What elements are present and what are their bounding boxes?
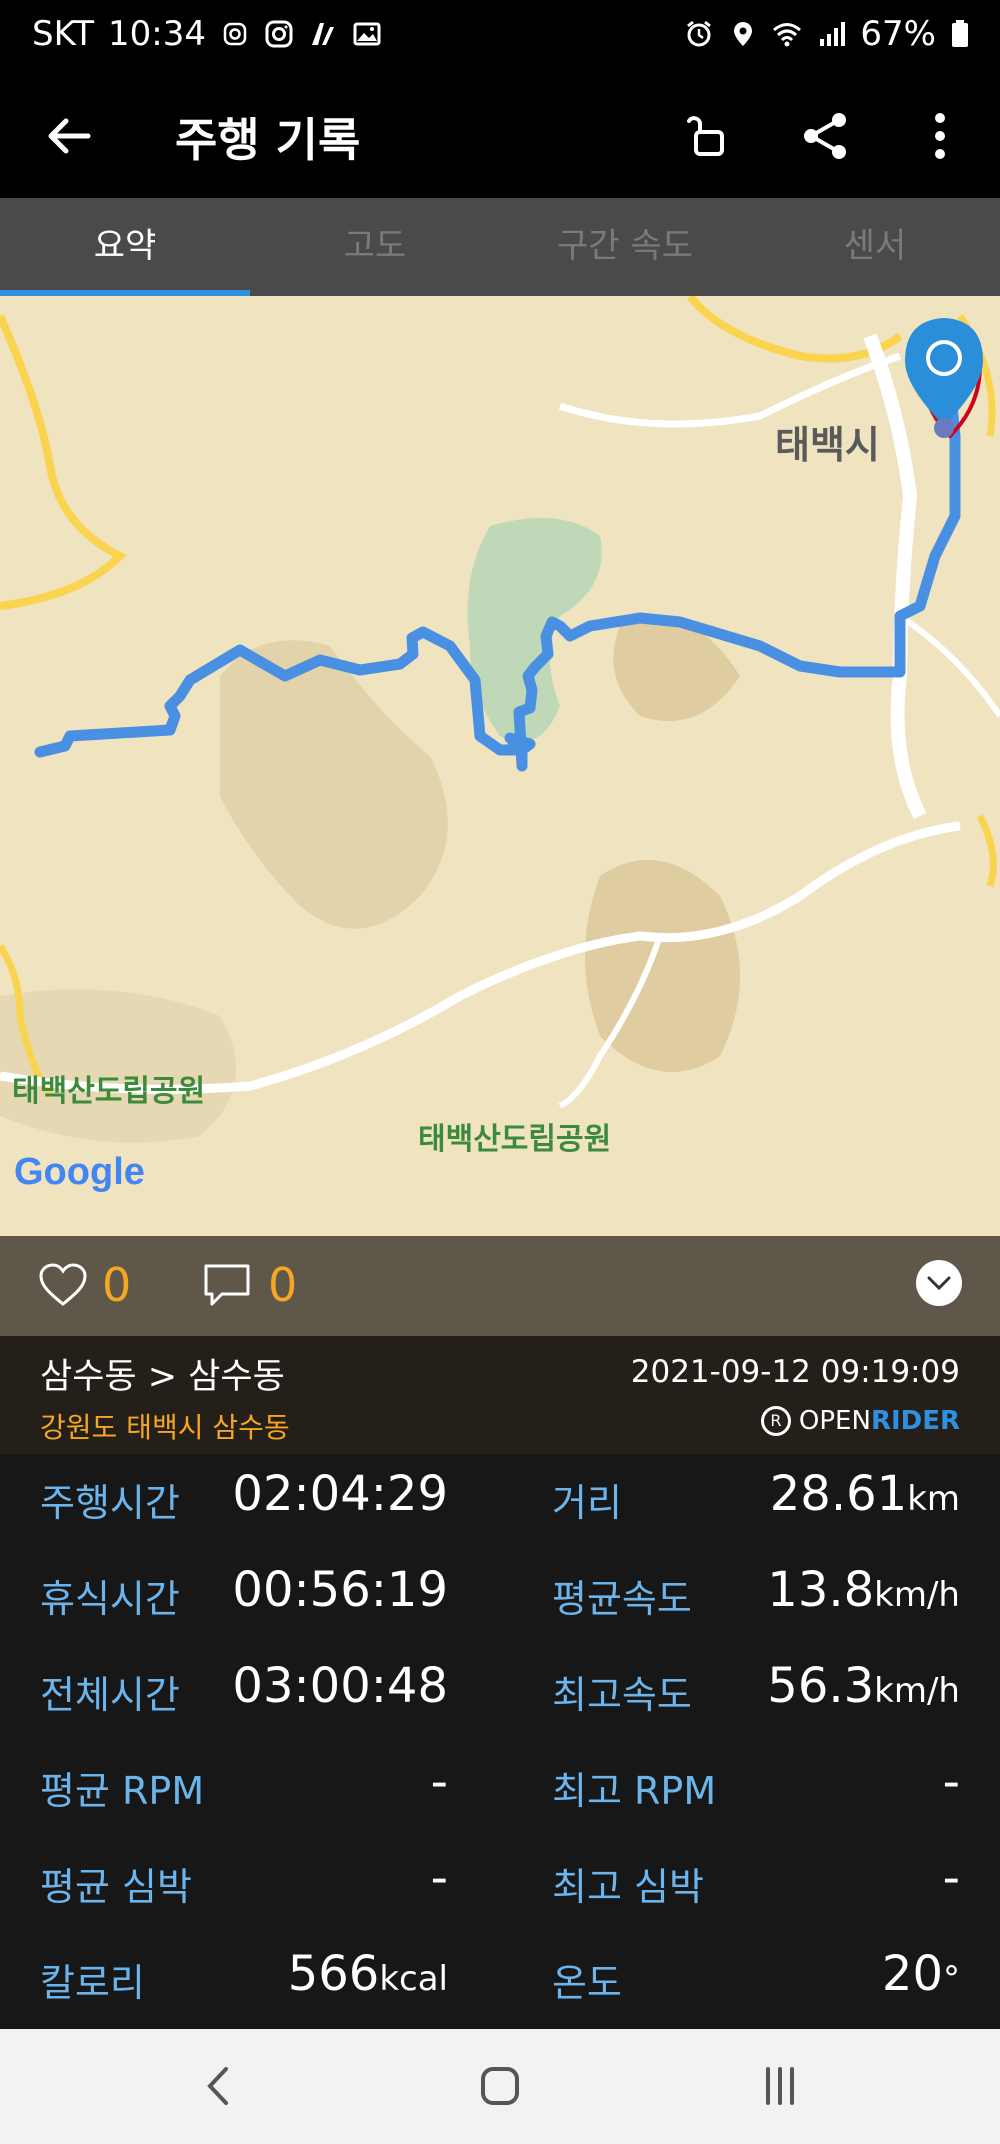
avg-hr-value: -: [430, 1850, 448, 1906]
system-nav-bar: [0, 2029, 1000, 2144]
nav-back-icon[interactable]: [190, 2061, 250, 2111]
nav-home-icon[interactable]: [470, 2061, 530, 2111]
instagram-icon: [265, 20, 293, 48]
tab-bar: 요약 고도 구간 속도 센서: [0, 198, 1000, 296]
max-speed-unit: km/h: [874, 1671, 960, 1711]
wifi-icon: [773, 23, 802, 47]
page-title: 주행 기록: [175, 113, 361, 167]
calories-number: 566: [287, 1946, 380, 2002]
stat-row: 휴식시간 00:56:19 평균속도 13.8km/h: [0, 1550, 1000, 1646]
rest-time-value: 00:56:19: [232, 1562, 448, 1618]
rest-time-label: 휴식시간: [40, 1577, 180, 1621]
social-bar: 0 0: [0, 1236, 1000, 1336]
avg-rpm-label: 평균 RPM: [40, 1769, 205, 1813]
stat-row: 평균 RPM - 최고 RPM -: [0, 1742, 1000, 1838]
share-icon[interactable]: [795, 106, 855, 166]
signal-icon: [820, 22, 846, 46]
alarm-icon: [687, 20, 712, 47]
clock: 10:34: [108, 14, 206, 54]
app-bar: 주행 기록: [0, 76, 1000, 198]
strava-icon: [312, 23, 334, 45]
ride-datetime: 2021-09-12 09:19:09: [630, 1354, 960, 1390]
avg-hr-label: 평균 심박: [40, 1865, 192, 1909]
comment-count: 0: [268, 1258, 298, 1312]
unlock-icon[interactable]: [680, 106, 740, 166]
route-map[interactable]: 태백시 태백산도립공원 태백산도립공원 Google: [0, 296, 1000, 1236]
map-label-park: 태백산도립공원: [418, 1123, 611, 1156]
distance-value: 28.61km: [770, 1466, 960, 1522]
temperature-unit: °: [943, 1959, 960, 1999]
calories-label: 칼로리: [40, 1961, 145, 2005]
avg-speed-number: 13.8: [767, 1562, 875, 1618]
route-name: 삼수동 > 삼수동: [40, 1357, 285, 1397]
chevron-down-icon[interactable]: [916, 1260, 962, 1306]
max-rpm-label: 최고 RPM: [552, 1769, 717, 1813]
ride-time-label: 주행시간: [40, 1481, 180, 1525]
tab-summary[interactable]: 요약: [0, 198, 250, 296]
avg-speed-unit: km/h: [874, 1575, 960, 1615]
max-rpm-value: -: [942, 1754, 960, 1810]
stat-row: 주행시간 02:04:29 거리 28.61km: [0, 1454, 1000, 1550]
heart-icon[interactable]: [38, 1262, 88, 1308]
avg-rpm-value: -: [430, 1754, 448, 1810]
map-canvas: 태백시 태백산도립공원 태백산도립공원 Google: [0, 296, 1000, 1236]
stat-row: 칼로리 566kcal 온도 20°: [0, 1934, 1000, 2030]
instagram-small-icon: [223, 22, 247, 46]
stat-row: 평균 심박 - 최고 심박 -: [0, 1838, 1000, 1934]
stats-panel: 주행시간 02:04:29 거리 28.61km 휴식시간 00:56:19 평…: [0, 1454, 1000, 2029]
brand-logo: R OPENRIDER: [760, 1406, 960, 1436]
openrider-logo-icon: R: [760, 1406, 791, 1436]
tab-segment-speed[interactable]: 구간 속도: [500, 198, 750, 296]
battery-percent: 67%: [860, 14, 936, 54]
route-address: 강원도 태백시 삼수동: [40, 1411, 290, 1444]
brand-rider: RIDER: [870, 1406, 960, 1436]
route-info: 삼수동 > 삼수동 강원도 태백시 삼수동 2021-09-12 09:19:0…: [0, 1336, 1000, 1454]
map-label-park: 태백산도립공원: [12, 1075, 205, 1108]
avg-speed-label: 평균속도: [552, 1577, 692, 1621]
max-hr-value: -: [942, 1850, 960, 1906]
stat-row: 전체시간 03:00:48 최고속도 56.3km/h: [0, 1646, 1000, 1742]
calories-value: 566kcal: [288, 1946, 448, 2002]
ride-time-value: 02:04:29: [232, 1466, 448, 1522]
max-hr-label: 최고 심박: [552, 1865, 704, 1909]
google-logo: Google: [14, 1151, 145, 1193]
total-time-label: 전체시간: [40, 1673, 180, 1717]
distance-label: 거리: [552, 1481, 622, 1525]
distance-number: 28.61: [769, 1466, 908, 1522]
current-position-dot: [934, 418, 954, 438]
max-speed-value: 56.3km/h: [767, 1658, 960, 1714]
total-time-value: 03:00:48: [232, 1658, 448, 1714]
battery-icon: [952, 20, 968, 47]
calories-unit: kcal: [379, 1959, 448, 1999]
max-speed-label: 최고속도: [552, 1673, 692, 1717]
max-speed-number: 56.3: [767, 1658, 875, 1714]
back-arrow-icon[interactable]: [40, 106, 100, 166]
carrier: SKT: [32, 14, 95, 54]
distance-unit: km: [907, 1479, 960, 1519]
tab-elevation[interactable]: 고도: [250, 198, 500, 296]
temperature-number: 20: [881, 1946, 943, 2002]
more-options-icon[interactable]: [910, 106, 970, 166]
map-label-city: 태백시: [775, 425, 880, 467]
temperature-value: 20°: [882, 1946, 960, 2002]
location-icon: [734, 22, 753, 46]
comment-icon[interactable]: [202, 1262, 252, 1308]
like-count: 0: [102, 1258, 132, 1312]
gallery-icon: [353, 22, 381, 46]
brand-open: OPEN: [798, 1406, 871, 1436]
status-bar: SKT 10:34 67%: [0, 0, 1000, 76]
tab-sensor[interactable]: 센서: [750, 198, 1000, 296]
avg-speed-value: 13.8km/h: [767, 1562, 960, 1618]
nav-recents-icon[interactable]: [750, 2061, 810, 2111]
temperature-label: 온도: [552, 1961, 622, 2005]
